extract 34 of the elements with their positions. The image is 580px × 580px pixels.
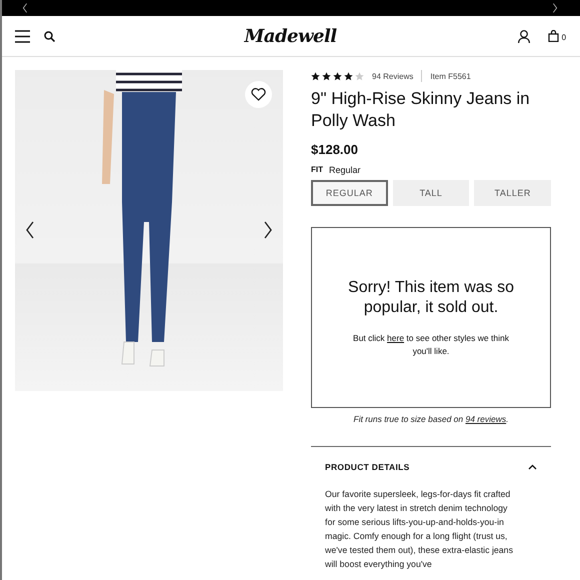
search-icon[interactable] <box>44 30 55 42</box>
item-number: Item F5561 <box>430 72 471 80</box>
reviews-link[interactable]: 94 reviews <box>465 414 506 424</box>
fit-value: Regular <box>329 165 361 175</box>
sold-out-heading: Sorry! This item was so popular, it sold out. <box>347 278 515 318</box>
chevron-right-icon[interactable] <box>550 3 560 13</box>
fit-option[interactable]: TALLER <box>474 180 552 206</box>
star-icon <box>355 72 364 80</box>
account-icon[interactable] <box>518 30 530 42</box>
chevron-up-icon[interactable] <box>528 464 537 470</box>
product-description: Our favorite supersleek, legs-for-days fit crafted with the very latest in stretch denim technology for some serious lifts-you-up-and-holds-you-in magic. Comfy enough for a long flight (trust us, we've tested them out), these extra-elastic jeans will boost everything you've <box>325 488 514 571</box>
reviews-link[interactable]: 94 Reviews <box>372 72 414 80</box>
styles-link[interactable]: here <box>387 332 404 342</box>
chevron-left-icon[interactable] <box>20 3 30 13</box>
fit-note: Fit runs true to size based on 94 reviews. <box>352 414 510 424</box>
previous-image-icon[interactable] <box>25 221 35 239</box>
star-icon <box>344 72 353 80</box>
star-icon <box>322 72 331 80</box>
next-image-icon[interactable] <box>263 221 273 239</box>
menu-icon[interactable] <box>15 30 30 42</box>
heart-icon <box>251 88 266 101</box>
product-title: 9" High-Rise Skinny Jeans in Polly Wash <box>311 88 531 132</box>
shopping-bag-icon[interactable] <box>548 30 559 42</box>
product-price: $128.00 <box>311 142 359 157</box>
fit-label: FIT <box>311 165 323 175</box>
fit-option[interactable]: TALL <box>392 180 470 206</box>
star-icon <box>333 72 342 80</box>
section-title[interactable]: PRODUCT DETAILS <box>325 462 410 472</box>
sold-out-message: But click here to see other styles we think you'll like. <box>352 332 510 358</box>
cart-count: 0 <box>562 33 566 42</box>
brand-logo[interactable]: Madewell <box>244 26 337 46</box>
fit-option[interactable]: REGULAR <box>311 180 388 206</box>
star-icon <box>311 72 320 80</box>
favorite-button[interactable] <box>245 81 272 108</box>
